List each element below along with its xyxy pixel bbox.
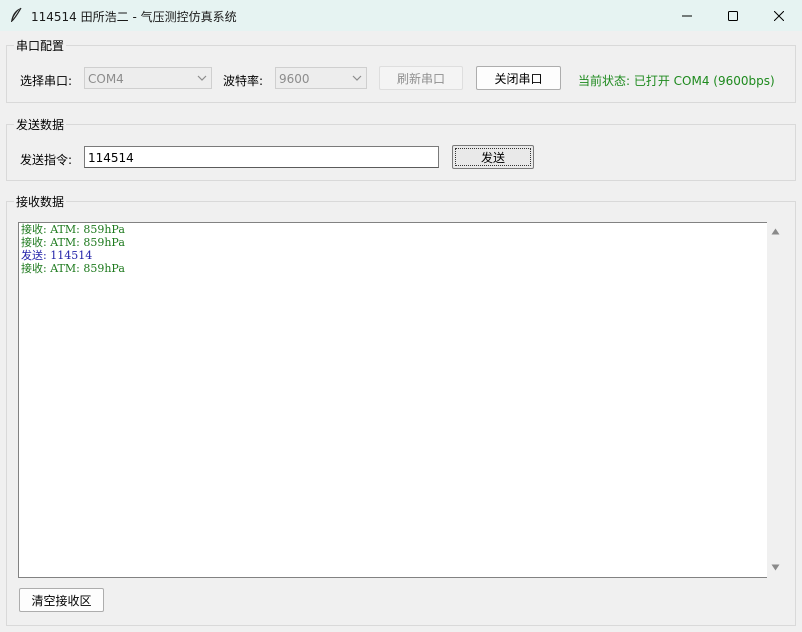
minimize-icon: [682, 15, 692, 16]
receive-group: 接收数据 接收: ATM: 859hPa 接收: ATM: 859hPa 发送: 1…: [6, 193, 796, 626]
port-select[interactable]: COM4: [84, 67, 212, 89]
maximize-button[interactable]: [710, 0, 756, 31]
close-window-button[interactable]: [756, 0, 802, 31]
connection-status: 当前状态: 已打开 COM4 (9600bps): [578, 74, 775, 88]
feather-icon: [9, 7, 23, 23]
log-line: 接收: ATM: 859hPa: [21, 262, 125, 275]
minimize-button[interactable]: [664, 0, 710, 31]
log-scrollbar[interactable]: [767, 222, 784, 578]
port-label: 选择串口:: [20, 74, 73, 88]
command-input-value: 114514: [88, 151, 134, 165]
title-bar: 114514 田所浩二 - 气压测控仿真系统: [0, 0, 802, 31]
window-title: 114514 田所浩二 - 气压测控仿真系统: [31, 10, 237, 24]
chevron-down-icon: [197, 75, 207, 81]
maximize-icon: [728, 10, 738, 21]
log-line: 接收: ATM: 859hPa: [21, 236, 125, 249]
baud-select-value: 9600: [279, 72, 310, 86]
send-group-title: 发送数据: [14, 116, 67, 133]
command-input[interactable]: 114514: [84, 146, 439, 168]
scroll-up-icon[interactable]: [771, 228, 780, 235]
clear-receive-button[interactable]: 清空接收区: [19, 588, 104, 612]
port-select-value: COM4: [88, 72, 124, 86]
baud-select[interactable]: 9600: [275, 67, 367, 89]
send-button[interactable]: 发送: [452, 145, 534, 169]
close-port-button[interactable]: 关闭串口: [476, 66, 561, 90]
send-group: 发送数据 发送指令: 114514 发送: [6, 116, 796, 181]
chevron-down-icon: [352, 75, 362, 81]
log-line: 发送: 114514: [21, 249, 93, 262]
close-icon: [774, 10, 784, 21]
command-label: 发送指令:: [20, 153, 73, 167]
log-line: 接收: ATM: 859hPa: [21, 223, 125, 236]
receive-log[interactable]: 接收: ATM: 859hPa 接收: ATM: 859hPa 发送: 114514…: [18, 222, 767, 578]
baud-label: 波特率:: [223, 74, 264, 88]
serial-config-group: 串口配置 选择串口: COM4 波特率: 9600 刷新串口 关闭串口 当前状态…: [6, 37, 796, 103]
refresh-port-button[interactable]: 刷新串口: [379, 66, 463, 90]
receive-group-title: 接收数据: [14, 193, 67, 210]
scroll-down-icon[interactable]: [771, 564, 780, 571]
serial-config-title: 串口配置: [14, 37, 67, 54]
